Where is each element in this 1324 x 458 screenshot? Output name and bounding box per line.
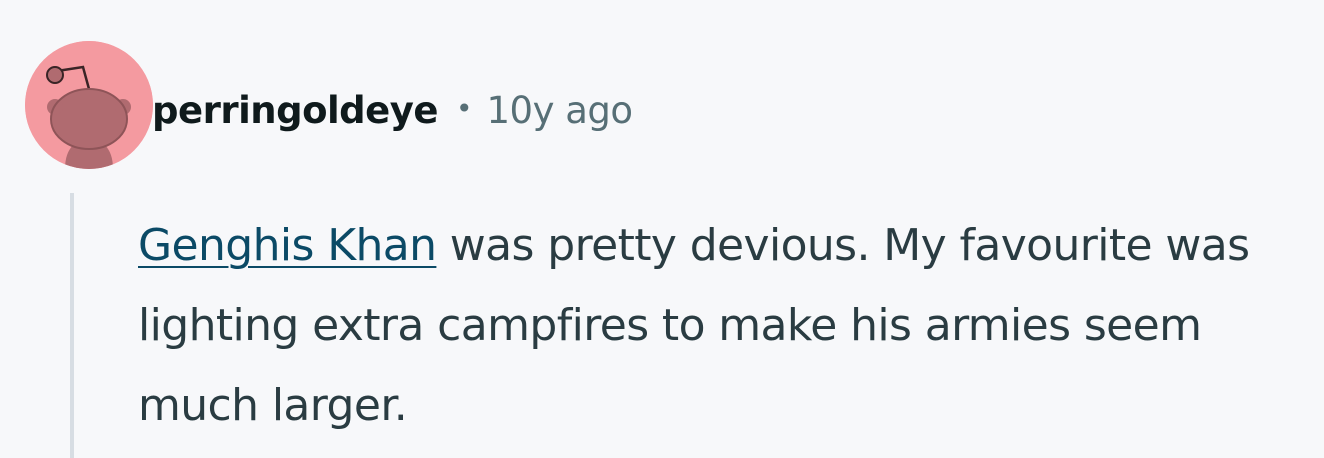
genghis-khan-link[interactable]: Genghis Khan [138,220,437,271]
avatar[interactable] [25,41,153,169]
separator-dot: • [455,91,473,125]
username-link[interactable]: perringoldeye [152,89,438,132]
comment-header: perringoldeye • 10y ago [152,80,633,140]
snoo-avatar-icon [25,41,153,169]
timestamp[interactable]: 10y ago [487,89,634,132]
comment: perringoldeye • 10y ago Genghis Khan was… [0,0,1324,458]
thread-line[interactable] [70,193,74,458]
comment-body: Genghis Khan was pretty devious. My favo… [138,206,1308,446]
